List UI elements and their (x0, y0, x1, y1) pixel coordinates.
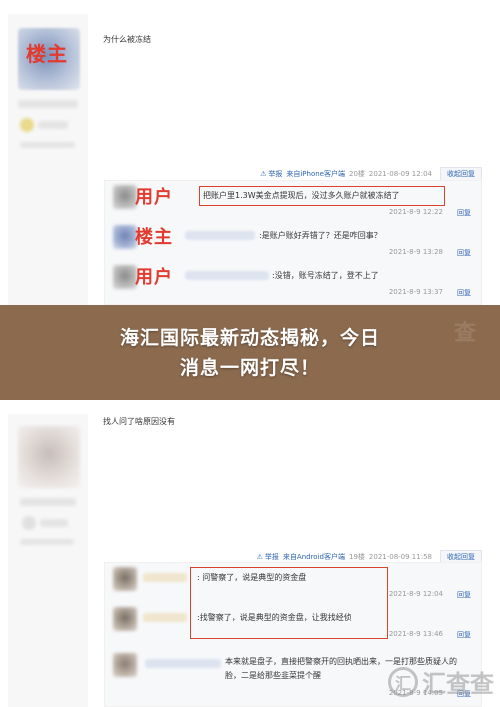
reply-text: :是账户账好弄错了？还是咋回事？ (259, 231, 382, 240)
reply-link[interactable]: 回复 (457, 590, 471, 600)
reply-username-blurred (185, 231, 255, 240)
badge-icon (22, 516, 36, 530)
author-sidebar: 楼主 (8, 14, 88, 305)
reply-user-tag: 用户 (135, 267, 173, 288)
author-level-blurred (40, 519, 68, 527)
reply-text: :没错，账号冻结了，登不上了 (272, 271, 379, 280)
post-tail: ⚠ 举报 来自iPhone客户端 20楼 2021-08-09 12:04 收起… (260, 167, 482, 181)
reply-avatar[interactable] (113, 185, 137, 209)
author-sidebar (8, 414, 88, 707)
banner-watermark: 查 (453, 321, 476, 346)
author-name-blurred (18, 100, 78, 108)
reply-user-tag: 用户 (135, 187, 173, 208)
warning-icon: ⚠ (260, 170, 267, 178)
reply-text: : 问警察了，说是典型的资金盘 (197, 573, 307, 582)
report-link[interactable]: ⚠ 举报 (257, 552, 279, 562)
reply-user-tag: 楼主 (135, 227, 173, 248)
reply-time: 2021-8-9 13:28 (388, 248, 443, 256)
banner-title-line2: 消息一网打尽！ (179, 356, 320, 379)
warning-icon: ⚠ (256, 553, 263, 561)
reply-avatar[interactable] (113, 567, 137, 591)
floor-number: 19楼 (348, 553, 365, 561)
reply-username-blurred (143, 573, 187, 582)
reply-time: 2021-8-9 13:37 (388, 288, 443, 296)
reply-time: 2021-8-9 12:04 (388, 590, 443, 598)
reply-avatar[interactable] (113, 225, 137, 249)
client-source-link[interactable]: 来自Android客户端 (283, 552, 345, 562)
watermark-text: 汇查查 (422, 670, 494, 698)
client-source-link[interactable]: 来自iPhone客户端 (286, 169, 345, 179)
reply-username-blurred (143, 613, 187, 622)
badge-icon (20, 118, 34, 132)
site-watermark: 汇 汇查查 (388, 664, 494, 699)
post-content: 找人问了啥原因没有 (103, 417, 175, 426)
report-label: 举报 (264, 553, 279, 561)
author-meta-blurred (20, 539, 74, 545)
author-avatar[interactable] (18, 426, 80, 488)
reply-item: : 问警察了，说是典型的资金盘 2021-8-9 12:04 回复 (105, 563, 483, 603)
watermark-logo-icon: 汇 (388, 666, 418, 697)
post-content: 为什么被冻结 (103, 35, 151, 44)
reply-link[interactable]: 回复 (457, 208, 471, 218)
reply-link[interactable]: 回复 (457, 248, 471, 258)
reply-time: 2021-8-9 13:46 (388, 630, 443, 638)
reply-username-blurred (185, 271, 269, 280)
collapse-replies-button[interactable]: 收起回复 (440, 167, 482, 181)
post-time: 2021-08-09 11:58 (368, 553, 432, 561)
author-level-blurred (38, 121, 68, 129)
author-meta-blurred (20, 142, 75, 148)
author-tag-label: 楼主 (26, 42, 68, 66)
reply-item: 楼主 :是账户账好弄错了？还是咋回事？ 2021-8-9 13:28 回复 (105, 221, 483, 261)
title-banner: 查 海汇国际最新动态揭秘，今日 消息一网打尽！ (0, 305, 500, 400)
post-time: 2021-08-09 12:04 (368, 170, 432, 178)
report-label: 举报 (268, 170, 283, 178)
reply-item: 用户 :没错，账号冻结了，登不上了 2021-8-9 13:37 回复 (105, 261, 483, 301)
forum-post-top: 楼主 为什么被冻结 ⚠ 举报 来自iPhone客户端 20楼 2021-08-0… (0, 0, 500, 305)
reply-link[interactable]: 回复 (457, 630, 471, 640)
forum-post-bottom: 找人问了啥原因没有 ⚠ 举报 来自Android客户端 19楼 2021-08-… (0, 400, 500, 707)
reply-time: 2021-8-9 12:22 (388, 208, 443, 216)
reply-list: 用户 把账户里1.3W美金点提现后，没过多久账户就被冻结了 2021-8-9 1… (104, 180, 482, 305)
report-link[interactable]: ⚠ 举报 (260, 169, 282, 179)
reply-avatar[interactable] (113, 265, 137, 289)
reply-avatar[interactable] (113, 653, 137, 677)
reply-text: 把账户里1.3W美金点提现后，没过多久账户就被冻结了 (203, 191, 400, 200)
reply-link[interactable]: 回复 (457, 288, 471, 298)
floor-number: 20楼 (348, 170, 365, 178)
reply-avatar[interactable] (113, 607, 137, 631)
reply-text: :找警察了，说是典型的资金盘，让我找经侦 (197, 613, 352, 622)
reply-username-blurred (145, 659, 221, 668)
author-name-blurred (20, 498, 76, 506)
reply-item: :找警察了，说是典型的资金盘，让我找经侦 2021-8-9 13:46 回复 (105, 603, 483, 643)
reply-item: 用户 把账户里1.3W美金点提现后，没过多久账户就被冻结了 2021-8-9 1… (105, 181, 483, 221)
banner-title-line1: 海汇国际最新动态揭秘，今日 (119, 326, 380, 349)
